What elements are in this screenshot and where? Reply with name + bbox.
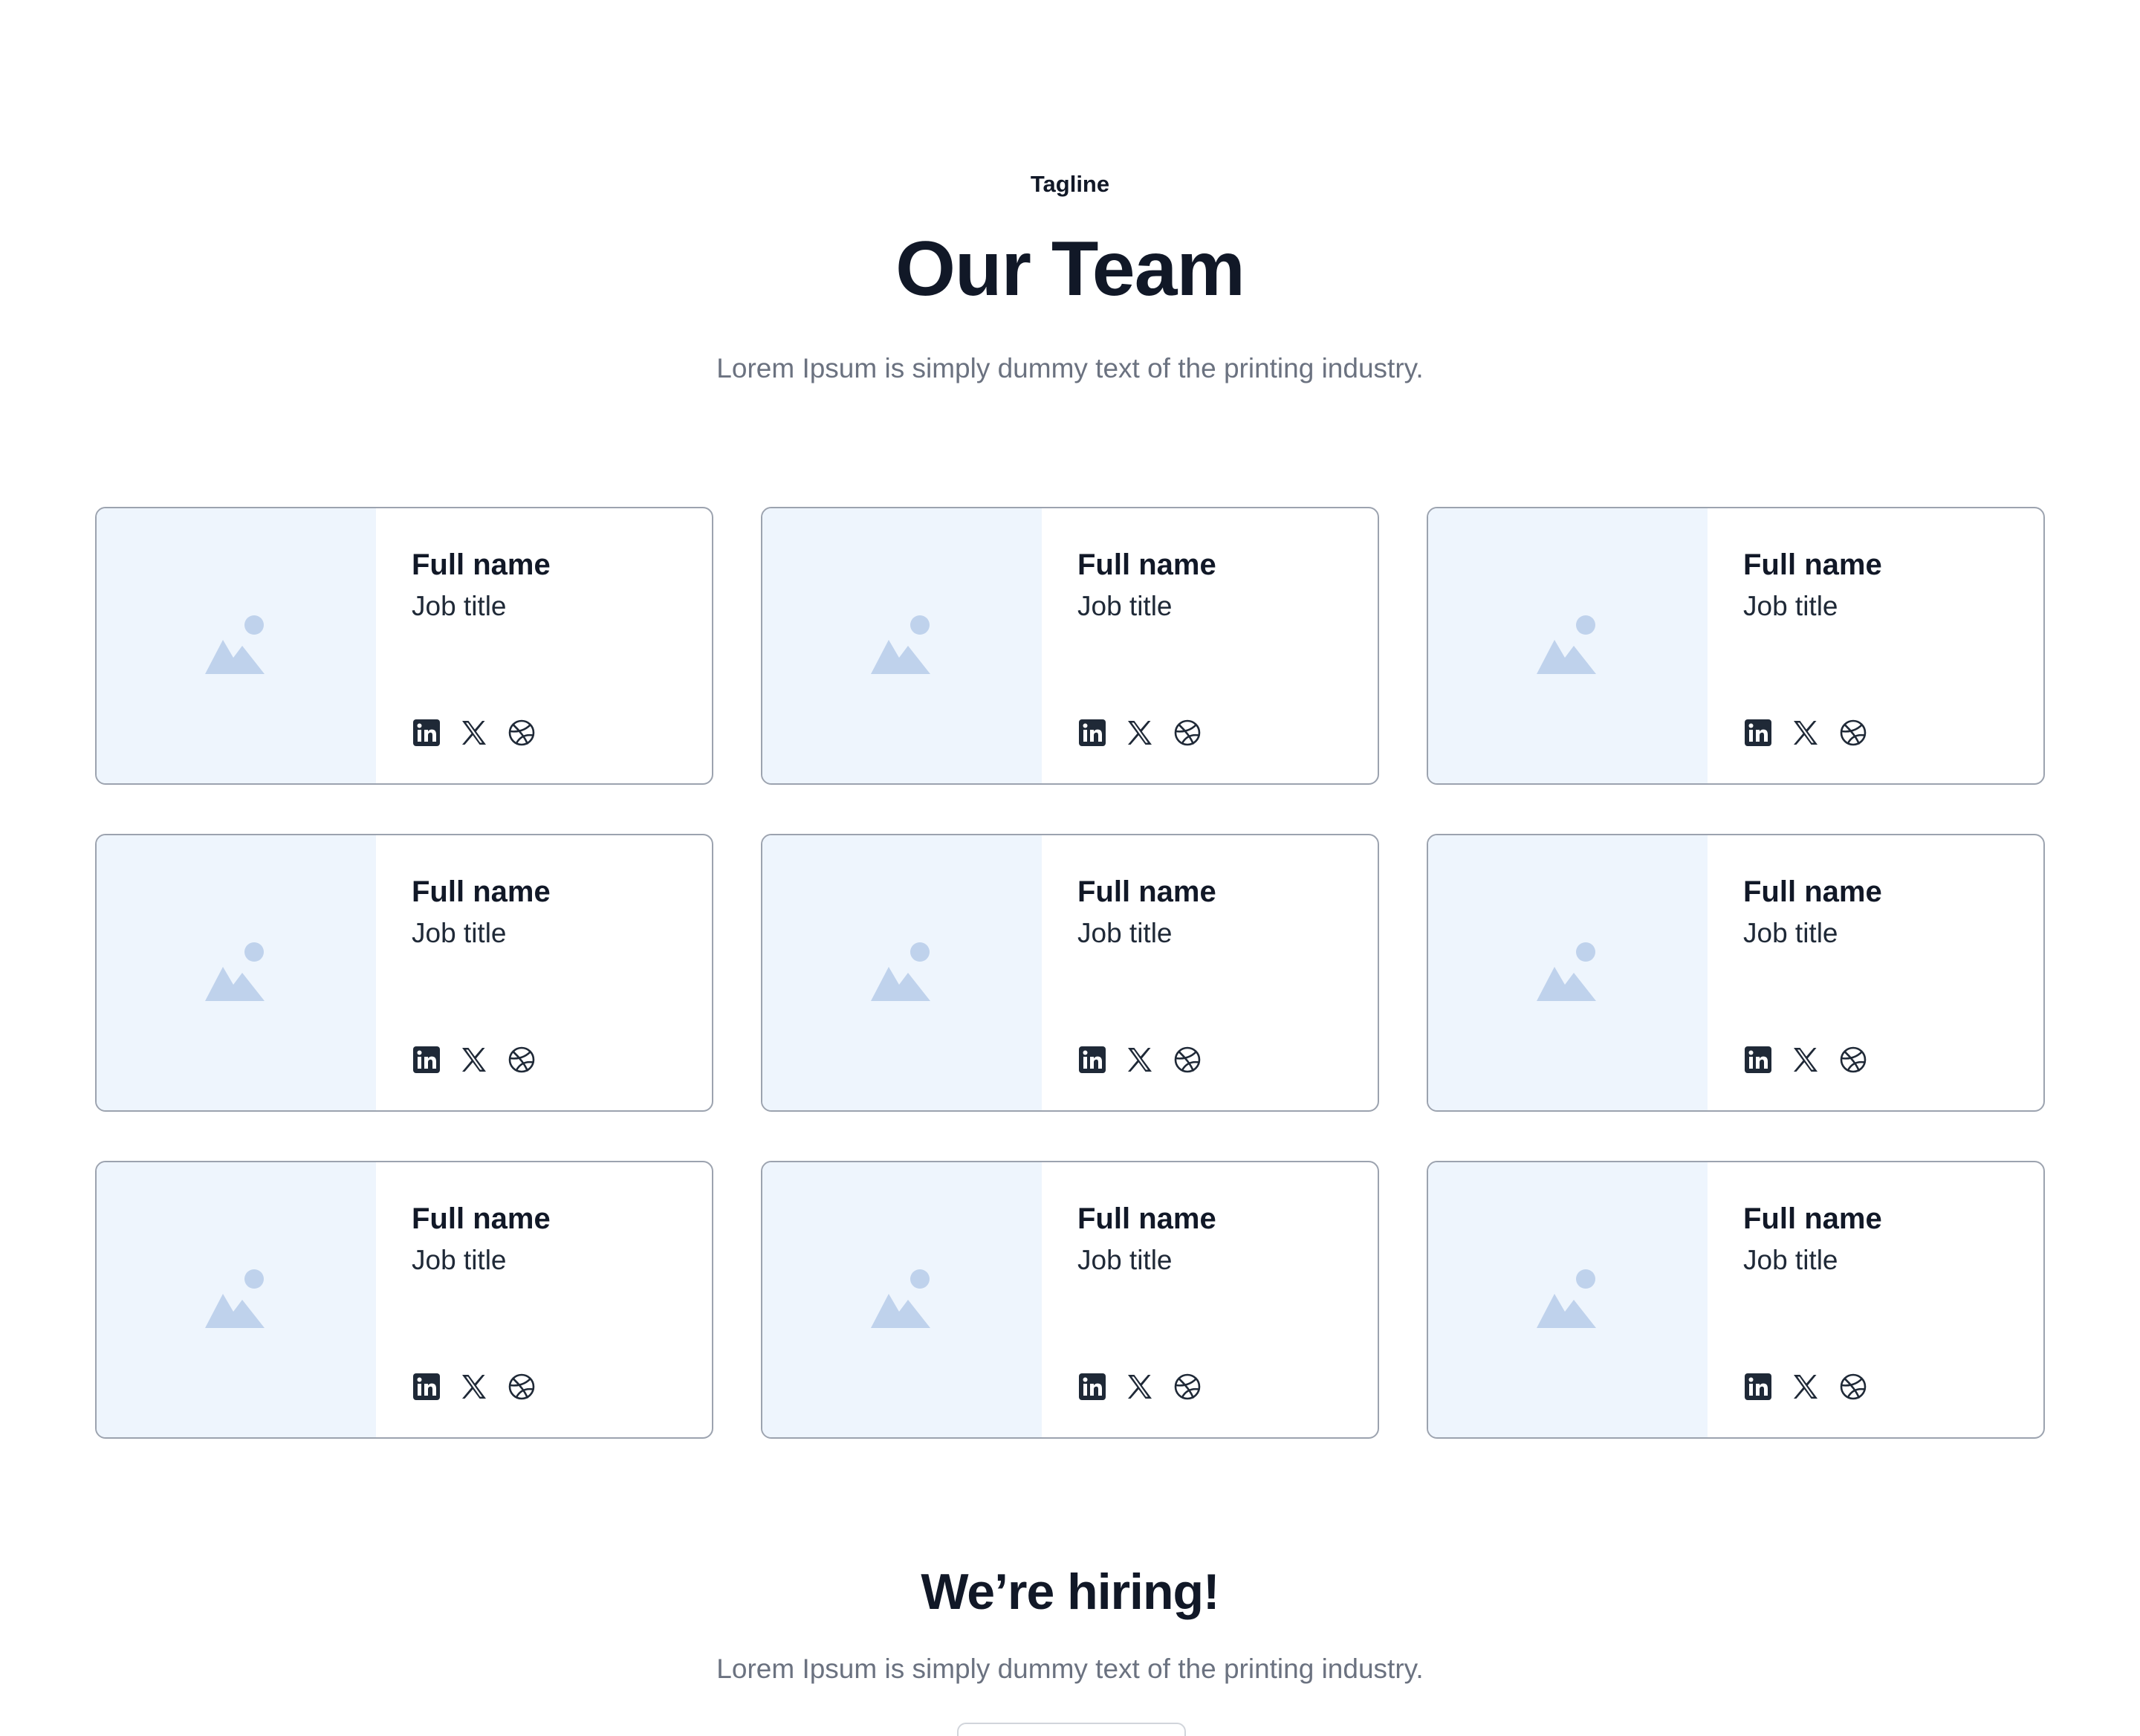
member-info: Full name Job title [1042,1162,1378,1437]
dribbble-icon[interactable] [507,718,536,748]
member-photo [762,1162,1042,1437]
social-links [1743,1045,1868,1075]
dribbble-icon[interactable] [1838,1045,1868,1075]
member-job-title: Job title [1743,918,1838,948]
linkedin-icon[interactable] [1743,1045,1773,1075]
linkedin-icon[interactable] [412,1045,441,1075]
social-links [1077,718,1202,748]
image-placeholder-icon [871,942,933,1004]
member-photo [97,835,376,1110]
member-job-title: Job title [1077,591,1173,621]
team-member-card: Full name Job title [761,507,1379,785]
image-placeholder-icon [871,615,933,677]
member-job-title: Job title [412,1245,507,1275]
social-links [1077,1372,1202,1402]
member-name: Full name [1077,1202,1216,1235]
linkedin-icon[interactable] [1077,1372,1107,1402]
dribbble-icon[interactable] [1173,718,1202,748]
member-name: Full name [1077,875,1216,908]
linkedin-icon[interactable] [1077,718,1107,748]
x-icon[interactable] [1125,718,1155,748]
member-info: Full name Job title [1708,508,2043,783]
team-member-card: Full name Job title [761,834,1379,1112]
member-job-title: Job title [1077,1245,1173,1275]
member-photo [1428,835,1708,1110]
social-links [412,718,536,748]
page-title: Our Team [895,226,1245,312]
team-member-card: Full name Job title [1427,834,2045,1112]
x-icon[interactable] [459,1045,489,1075]
member-name: Full name [412,1202,551,1235]
member-info: Full name Job title [376,835,712,1110]
team-member-card: Full name Job title [1427,507,2045,785]
member-photo [762,835,1042,1110]
x-icon[interactable] [1125,1372,1155,1402]
social-links [1743,1372,1868,1402]
linkedin-icon[interactable] [1743,718,1773,748]
x-icon[interactable] [1125,1045,1155,1075]
x-icon[interactable] [459,1372,489,1402]
member-name: Full name [1077,548,1216,581]
member-info: Full name Job title [1708,1162,2043,1437]
x-icon[interactable] [1791,1372,1820,1402]
image-placeholder-icon [205,615,268,677]
team-page: Tagline Our Team Lorem Ipsum is simply d… [0,0,2140,1736]
member-info: Full name Job title [1042,508,1378,783]
linkedin-icon[interactable] [412,1372,441,1402]
member-name: Full name [412,875,551,908]
hiring-subtitle: Lorem Ipsum is simply dummy text of the … [716,1654,1424,1684]
image-placeholder-icon [1537,615,1599,677]
member-info: Full name Job title [1042,835,1378,1110]
member-name: Full name [1743,875,1882,908]
image-placeholder-icon [205,942,268,1004]
member-job-title: Job title [1743,1245,1838,1275]
social-links [412,1045,536,1075]
member-name: Full name [1743,1202,1882,1235]
team-member-card: Full name Job title [95,834,713,1112]
dribbble-icon[interactable] [1838,718,1868,748]
page-subtitle: Lorem Ipsum is simply dummy text of the … [716,353,1424,383]
hiring-title: We’re hiring! [921,1564,1219,1620]
member-job-title: Job title [1077,918,1173,948]
hiring-button[interactable] [957,1723,1186,1736]
dribbble-icon[interactable] [507,1045,536,1075]
social-links [1743,718,1868,748]
team-member-card: Full name Job title [95,1161,713,1439]
member-photo [1428,1162,1708,1437]
member-photo [97,1162,376,1437]
member-job-title: Job title [412,591,507,621]
dribbble-icon[interactable] [1838,1372,1868,1402]
dribbble-icon[interactable] [507,1372,536,1402]
linkedin-icon[interactable] [412,718,441,748]
linkedin-icon[interactable] [1077,1045,1107,1075]
dribbble-icon[interactable] [1173,1045,1202,1075]
tagline: Tagline [1030,171,1110,197]
member-info: Full name Job title [376,508,712,783]
x-icon[interactable] [1791,1045,1820,1075]
member-job-title: Job title [1743,591,1838,621]
image-placeholder-icon [205,1269,268,1331]
member-photo [97,508,376,783]
image-placeholder-icon [1537,1269,1599,1331]
team-member-card: Full name Job title [761,1161,1379,1439]
member-name: Full name [412,548,551,581]
x-icon[interactable] [1791,718,1820,748]
dribbble-icon[interactable] [1173,1372,1202,1402]
social-links [1077,1045,1202,1075]
member-job-title: Job title [412,918,507,948]
social-links [412,1372,536,1402]
member-photo [1428,508,1708,783]
member-info: Full name Job title [376,1162,712,1437]
image-placeholder-icon [871,1269,933,1331]
image-placeholder-icon [1537,942,1599,1004]
member-name: Full name [1743,548,1882,581]
x-icon[interactable] [459,718,489,748]
member-info: Full name Job title [1708,835,2043,1110]
team-member-card: Full name Job title [1427,1161,2045,1439]
team-member-card: Full name Job title [95,507,713,785]
linkedin-icon[interactable] [1743,1372,1773,1402]
member-photo [762,508,1042,783]
team-grid: Full name Job title Full name Job title … [95,507,2045,1439]
